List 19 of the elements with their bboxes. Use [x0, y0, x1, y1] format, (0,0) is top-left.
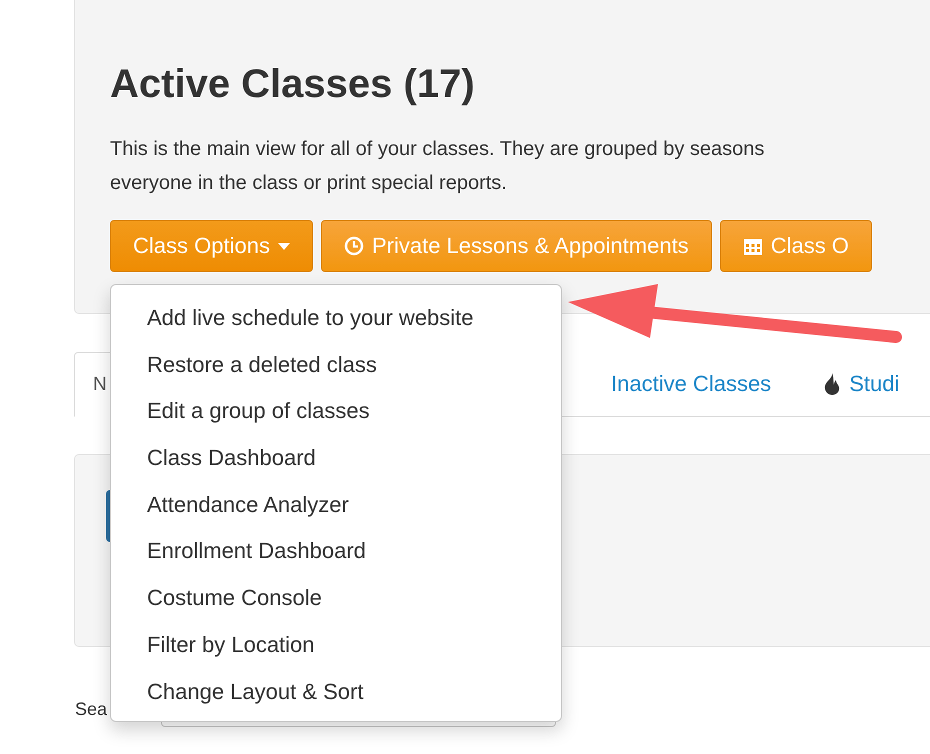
menu-item[interactable]: Edit a group of classes — [111, 388, 406, 436]
description-line: everyone in the class or print special reports. — [110, 171, 507, 196]
flame-icon — [823, 373, 842, 395]
page-title: Active Classes (17) — [110, 61, 475, 108]
menu-item[interactable]: Attendance Analyzer — [111, 482, 385, 528]
caret-icon — [278, 242, 290, 250]
menu-item[interactable]: Costume Console — [111, 575, 358, 622]
search-label: Sea — [75, 698, 108, 720]
menu-item[interactable]: Add live schedule to your website — [111, 295, 510, 342]
menu-item[interactable]: Filter by Location — [111, 622, 351, 668]
clock-icon — [344, 236, 364, 256]
menu-item[interactable]: Restore a deleted class — [111, 342, 413, 388]
calendar-icon — [742, 236, 763, 256]
menu-item[interactable]: Change Layout & Sort — [111, 668, 400, 716]
tab[interactable]: Studi — [822, 352, 900, 416]
description-line: This is the main view for all of your classes. They are grouped by seasons — [110, 137, 764, 162]
menu-item[interactable]: Class Dashboard — [111, 435, 352, 482]
tab[interactable]: Inactive Classes — [610, 352, 772, 416]
menu-item[interactable]: Enrollment Dashboard — [111, 528, 402, 576]
